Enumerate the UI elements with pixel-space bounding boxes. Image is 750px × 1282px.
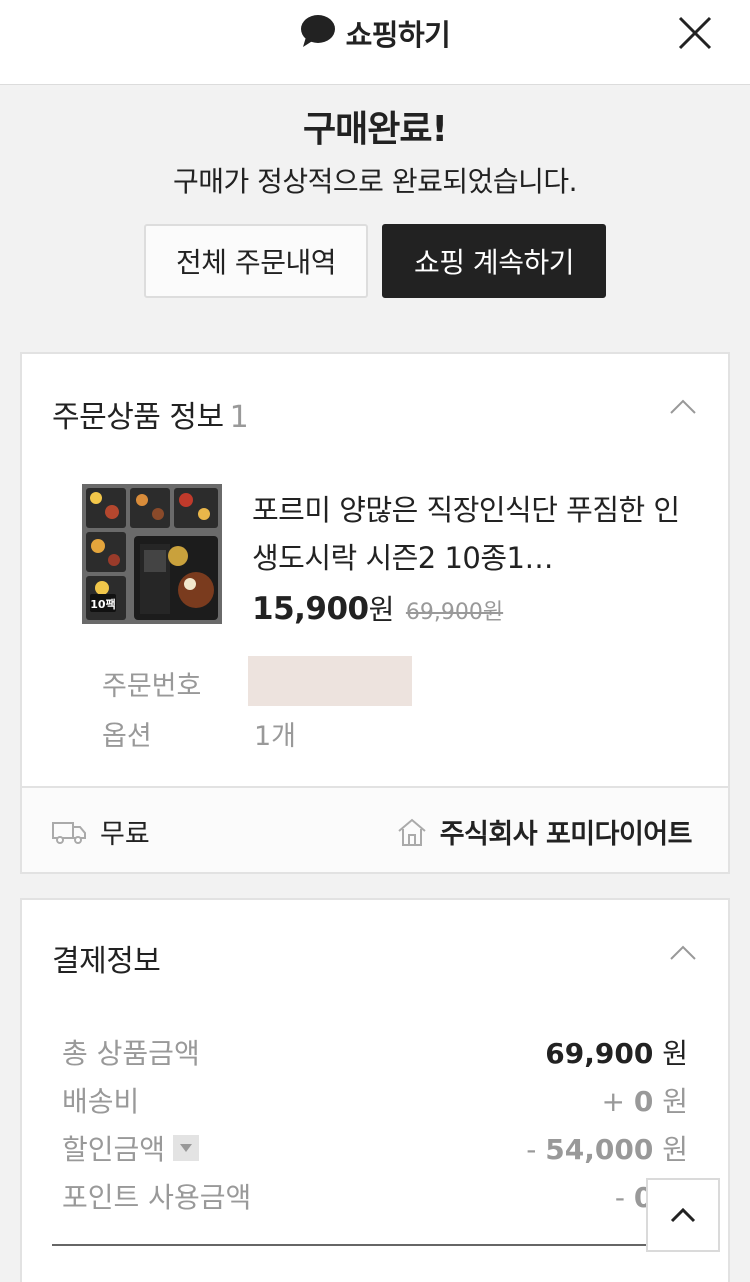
order-items-card: 주문상품 정보 1 10팩 포르미 양많은 직장인식단 푸짐한 인생도시락 시즌… xyxy=(20,352,730,874)
total-price-value: 69,900 원 xyxy=(545,1037,688,1070)
product-thumbnail[interactable]: 10팩 xyxy=(82,484,222,624)
original-price: 69,900원 xyxy=(405,600,504,625)
seller-name[interactable]: 주식회사 포미다이어트 xyxy=(440,812,693,851)
lunchbox-image: 10팩 xyxy=(82,484,222,624)
purchase-complete-page: 쇼핑하기 구매완료! 구매가 정상적으로 완료되었습니다. 전체 주문내역 쇼핑… xyxy=(0,0,750,1282)
brand: 쇼핑하기 xyxy=(0,12,750,54)
product-name[interactable]: 포르미 양많은 직장인식단 푸짐한 인생도시락 시즌2 10종1… xyxy=(252,486,682,582)
all-orders-button[interactable]: 전체 주문내역 xyxy=(144,224,368,298)
completion-title: 구매완료! xyxy=(303,109,448,150)
payment-info-card: 결제정보 총 상품금액 69,900 원 배송비 + 0 원 할인금액 - 54… xyxy=(20,898,730,1282)
option-label: 옵션 xyxy=(102,721,152,752)
discount-row: 할인금액 - 54,000 원 xyxy=(62,1128,688,1168)
payment-section-title: 결제정보 xyxy=(52,944,161,979)
discount-dropdown-icon[interactable] xyxy=(173,1135,200,1161)
discount-label: 할인금액 xyxy=(62,1128,200,1168)
shipping-fee: 무료 xyxy=(100,819,150,850)
continue-shopping-button[interactable]: 쇼핑 계속하기 xyxy=(382,224,606,298)
chevron-up-icon xyxy=(670,1207,696,1223)
order-card-footer: 무료 주식회사 포미다이어트 xyxy=(22,786,728,872)
top-bar: 쇼핑하기 xyxy=(0,0,750,85)
discount-value: - 54,000 원 xyxy=(526,1133,688,1166)
point-usage-row: 포인트 사용금액 - 0 원 xyxy=(62,1176,688,1216)
collapse-chevron-up-icon[interactable] xyxy=(668,942,698,962)
close-icon xyxy=(678,16,712,50)
store-home-icon xyxy=(398,818,426,846)
seller-link[interactable]: 주식회사 포미다이어트 xyxy=(396,812,693,851)
option-value: 1개 xyxy=(254,721,297,752)
sale-price: 15,900원 xyxy=(252,591,394,627)
price-row: 15,900원 69,900원 xyxy=(252,588,503,628)
order-count: 1 xyxy=(229,400,249,435)
order-section-title: 주문상품 정보 1 xyxy=(52,400,249,435)
scroll-top-button[interactable] xyxy=(646,1178,720,1252)
total-price-row: 총 상품금액 69,900 원 xyxy=(62,1032,688,1072)
pack-badge: 10팩 xyxy=(90,597,115,611)
order-number-label: 주문번호 xyxy=(102,671,202,702)
speech-bubble-icon xyxy=(300,13,336,53)
close-button[interactable] xyxy=(676,14,714,52)
total-price-label: 총 상품금액 xyxy=(62,1037,200,1070)
order-number-masked xyxy=(248,656,412,706)
completion-subtitle: 구매가 정상적으로 완료되었습니다. xyxy=(172,165,578,198)
point-usage-label: 포인트 사용금액 xyxy=(62,1181,252,1214)
header-title: 쇼핑하기 xyxy=(345,18,451,52)
delivery-fee-value: + 0 원 xyxy=(601,1085,688,1118)
truck-icon xyxy=(52,821,86,844)
collapse-chevron-up-icon[interactable] xyxy=(668,396,698,416)
shipping-info: 무료 xyxy=(52,812,150,851)
delivery-fee-row: 배송비 + 0 원 xyxy=(62,1080,688,1120)
delivery-fee-label: 배송비 xyxy=(62,1085,140,1118)
payment-divider xyxy=(52,1244,698,1246)
